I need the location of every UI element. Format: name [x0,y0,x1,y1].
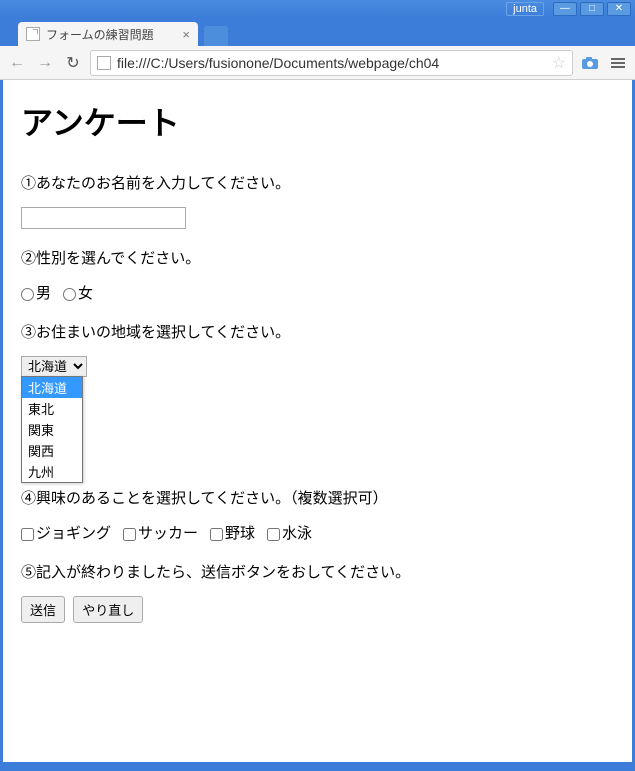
tab-strip: フォームの練習問題 × [0,18,635,46]
close-tab-icon[interactable]: × [182,27,190,42]
interest-baseball-checkbox[interactable] [210,528,223,541]
reset-button[interactable]: やり直し [73,596,143,623]
file-icon [97,56,111,70]
interest-swimming-checkbox[interactable] [267,528,280,541]
page-body: アンケート ①あなたのお名前を入力してください。 ②性別を選んでください。 男 … [3,80,632,641]
gender-female-option[interactable]: 女 [63,282,93,303]
region-option[interactable]: 北海道 [22,377,82,398]
submit-button[interactable]: 送信 [21,596,65,623]
region-select-wrap: 北海道 北海道 東北 関東 関西 九州 [21,356,87,377]
minimize-button[interactable]: — [553,2,577,16]
tab-title: フォームの練習問題 [46,26,154,43]
question-1-label: ①あなたのお名前を入力してください。 [21,172,614,193]
region-dropdown-list: 北海道 東北 関東 関西 九州 [21,376,83,483]
region-option[interactable]: 関西 [22,440,82,461]
camera-icon[interactable] [579,52,601,74]
url-text: file:///C:/Users/fusionone/Documents/web… [117,55,548,71]
address-bar[interactable]: file:///C:/Users/fusionone/Documents/web… [90,50,573,76]
gender-male-option[interactable]: 男 [21,282,51,303]
gender-radio-group: 男 女 [21,282,614,303]
window-titlebar: junta — □ ✕ [0,0,635,18]
region-option[interactable]: 九州 [22,461,82,482]
gender-male-radio[interactable] [21,288,34,301]
forward-button[interactable]: → [34,52,56,74]
interest-soccer-option[interactable]: サッカー [123,522,198,543]
new-tab-button[interactable] [204,26,228,46]
name-input[interactable] [21,207,186,229]
back-button[interactable]: ← [6,52,28,74]
question-3-label: ③お住まいの地域を選択してください。 [21,321,614,342]
page-title: アンケート [21,98,614,144]
bookmark-star-icon[interactable]: ☆ [552,53,566,73]
region-select[interactable]: 北海道 [21,356,87,377]
region-option[interactable]: 関東 [22,419,82,440]
region-option[interactable]: 東北 [22,398,82,419]
maximize-button[interactable]: □ [580,2,604,16]
interest-jogging-option[interactable]: ジョギング [21,522,111,543]
close-window-button[interactable]: ✕ [607,2,631,16]
interests-checkbox-group: ジョギング サッカー 野球 水泳 [21,522,614,543]
question-2-label: ②性別を選んでください。 [21,247,614,268]
browser-tab[interactable]: フォームの練習問題 × [18,22,198,46]
page-icon [26,27,40,41]
question-4-label: ④興味のあることを選択してください。（複数選択可） [21,487,614,508]
question-5-label: ⑤記入が終わりましたら、送信ボタンをおしてください。 [21,561,614,582]
interest-baseball-option[interactable]: 野球 [210,522,255,543]
viewport: アンケート ①あなたのお名前を入力してください。 ②性別を選んでください。 男 … [0,80,635,765]
gender-female-radio[interactable] [63,288,76,301]
interest-swimming-option[interactable]: 水泳 [267,522,312,543]
reload-button[interactable]: ↻ [62,52,84,74]
browser-toolbar: ← → ↻ file:///C:/Users/fusionone/Documen… [0,46,635,80]
interest-jogging-checkbox[interactable] [21,528,34,541]
menu-icon[interactable] [607,52,629,74]
username-badge: junta [506,2,544,16]
window-border-bottom [0,765,635,771]
interest-soccer-checkbox[interactable] [123,528,136,541]
